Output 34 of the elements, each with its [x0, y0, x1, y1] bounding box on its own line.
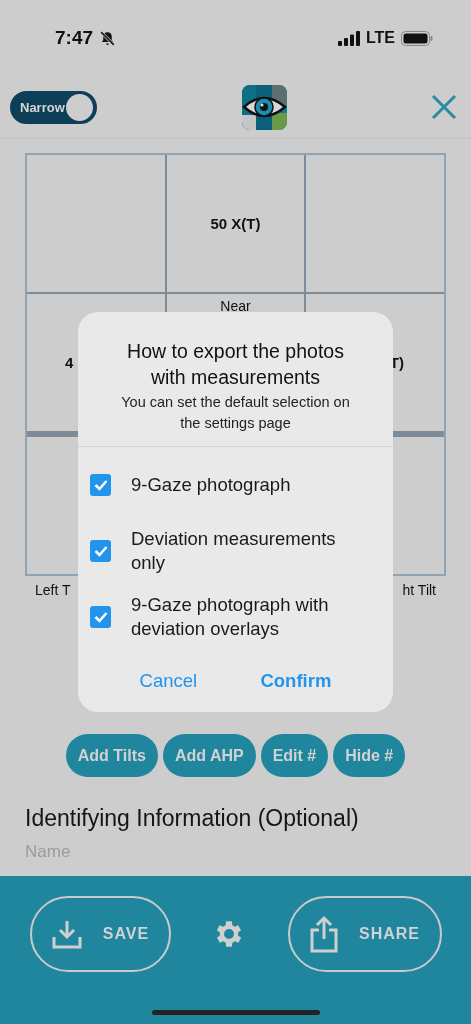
cell-label: Near — [220, 298, 251, 314]
section-heading: Identifying Information (Optional) — [25, 805, 360, 832]
status-time: 7:47 — [55, 27, 94, 49]
battery-icon — [401, 30, 433, 46]
checkmark-icon — [93, 544, 108, 557]
confirm-button[interactable]: Confirm — [252, 668, 340, 694]
network-label: LTE — [365, 29, 395, 47]
cell-label: 4 — [65, 354, 74, 371]
signal-icon — [337, 30, 360, 46]
save-button[interactable]: SAVE — [29, 896, 171, 972]
action-button[interactable]: Add Tilts — [65, 734, 158, 777]
narrow-toggle[interactable]: Narrow — [10, 90, 97, 124]
checkbox[interactable] — [90, 605, 111, 628]
cancel-button[interactable]: Cancel — [131, 668, 206, 694]
share-button[interactable]: SHARE — [287, 896, 442, 972]
download-icon — [50, 918, 83, 950]
action-button[interactable]: Hide # — [333, 734, 406, 777]
tilt-label: ht Tilt — [402, 582, 436, 598]
share-icon — [309, 915, 339, 953]
checkmark-icon — [93, 478, 108, 491]
action-button[interactable]: Edit # — [260, 734, 329, 777]
cell-label: 50 X(T) — [210, 215, 261, 232]
option-label: 9-Gaze photograph — [131, 472, 291, 497]
close-icon[interactable] — [431, 94, 457, 120]
action-button[interactable]: Add AHP — [162, 734, 256, 777]
dialog-subtitle: You can set the default selection on the settings page — [120, 393, 351, 433]
eye-logo-icon — [241, 84, 287, 130]
checkmark-icon — [93, 610, 108, 623]
tilt-label: Left T — [35, 582, 71, 598]
option-label: 9-Gaze photograph with deviation overlays — [131, 592, 330, 641]
dialog-title: How to export the photos with measurements — [126, 339, 345, 390]
checkbox[interactable] — [90, 473, 111, 496]
option-label: Deviation measurements only — [131, 526, 337, 575]
checkbox[interactable] — [90, 539, 111, 562]
